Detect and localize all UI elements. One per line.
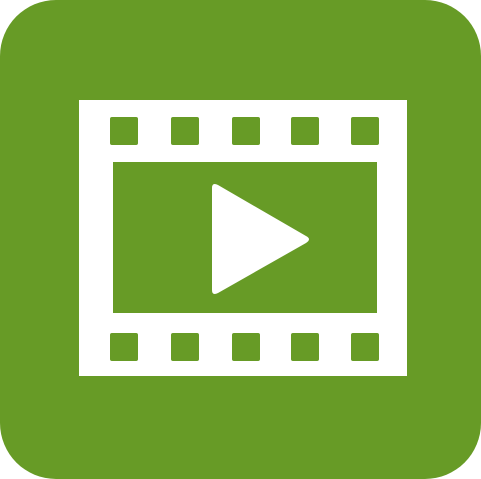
film-perforation [351,117,379,145]
film-perforation [351,333,379,361]
play-icon [212,184,309,294]
film-perforation [291,333,319,361]
film-perforation [171,333,199,361]
film-frame-screen [113,162,377,313]
film-perforation [232,333,260,361]
film-perforation [232,117,260,145]
film-strip-icon [79,100,407,376]
film-perforation [291,117,319,145]
film-perforation [110,333,138,361]
video-app-icon[interactable] [0,0,481,479]
film-perforation [171,117,199,145]
film-perforation [110,117,138,145]
